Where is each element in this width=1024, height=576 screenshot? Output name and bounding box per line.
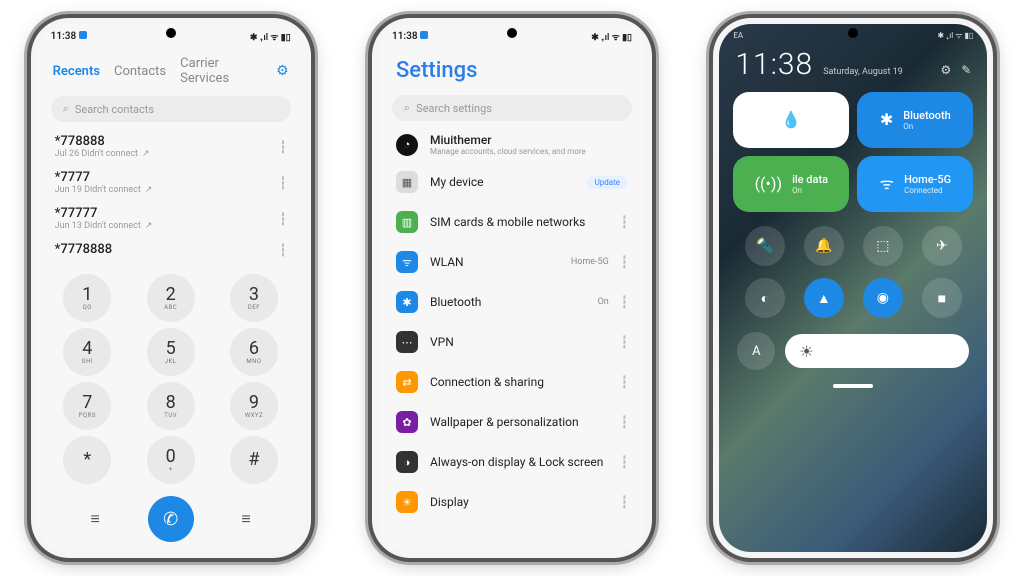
font-size-button[interactable]: A (737, 332, 775, 370)
settings-icon[interactable]: ⚙ (940, 63, 951, 77)
cc-time: 11:38 (735, 47, 813, 82)
collapse-icon[interactable]: ≡ (241, 509, 250, 529)
row-wallpaper[interactable]: ✿ Wallpaper & personalization┇ (378, 402, 646, 442)
toggle-airplane[interactable]: ✈ (922, 226, 962, 266)
key-8[interactable]: 8TUV (147, 382, 195, 430)
wallpaper-icon: ✿ (396, 411, 418, 433)
status-icons: ✱ ₊ıl ᯤ ▮▯ (937, 30, 973, 41)
row-vpn[interactable]: ⋯ VPN┇ (378, 322, 646, 362)
carrier-label: EA (733, 31, 743, 40)
key-6[interactable]: 6MNO (230, 328, 278, 376)
recent-calls-list: *778888Jul 26 Didn't connect↗ ┇ *7777Jun… (37, 128, 305, 262)
key-star[interactable]: * (63, 436, 111, 484)
row-my-device[interactable]: ▦ My device Update (378, 162, 646, 202)
phone-dialer: 11:38 ✱ ₊ıl ᯤ ▮▯ Recents Contacts Carrie… (31, 18, 311, 558)
tile-wifi[interactable]: ᯤHome-5GConnected (857, 156, 973, 212)
bluetooth-icon: ✱ (880, 110, 893, 129)
settings-title: Settings (378, 48, 646, 89)
camera-punch (507, 28, 517, 38)
settings-list: ◔ MiuithemerManage accounts, cloud servi… (378, 127, 646, 552)
toggle-screenshot[interactable]: ⬚ (863, 226, 903, 266)
display-icon: ☀ (396, 491, 418, 513)
row-aod[interactable]: ◑ Always-on display & Lock screen┇ (378, 442, 646, 482)
signal-icon: ((•)) (755, 174, 783, 193)
toggle-location[interactable]: ▲ (804, 278, 844, 318)
tab-carrier[interactable]: Carrier Services (180, 56, 248, 86)
update-badge: Update (587, 176, 628, 189)
brightness-slider[interactable]: ☀ (785, 334, 969, 368)
key-hash[interactable]: # (230, 436, 278, 484)
edit-icon[interactable]: ✎ (961, 63, 971, 77)
tiles-grid: 💧 ✱BluetoothOn ((•))ile dataOn ᯤHome-5GC… (719, 92, 987, 212)
toggle-dark[interactable]: ◐ (745, 278, 785, 318)
tab-contacts[interactable]: Contacts (114, 64, 166, 79)
dialer-tabs: Recents Contacts Carrier Services ⚙ (37, 48, 305, 90)
key-2[interactable]: 2ABC (147, 274, 195, 322)
drop-icon: 💧 (781, 110, 801, 129)
device-icon: ▦ (396, 171, 418, 193)
dialpad: 1QO 2ABC 3DEF 4GHI 5JKL 6MNO 7PQRS 8TUV … (37, 268, 305, 492)
gear-icon[interactable]: ⚙ (276, 63, 289, 79)
tile-mobile-data[interactable]: ((•))ile dataOn (733, 156, 849, 212)
row-bluetooth[interactable]: ✱ BluetoothOn┇ (378, 282, 646, 322)
toggle-sound[interactable]: 🔔 (804, 226, 844, 266)
tile-bluetooth[interactable]: ✱BluetoothOn (857, 92, 973, 148)
search-icon: ⌕ (63, 102, 69, 116)
key-3[interactable]: 3DEF (230, 274, 278, 322)
call-row[interactable]: *7777Jun 19 Didn't connect↗ ┇ (55, 164, 287, 200)
key-9[interactable]: 9WXYZ (230, 382, 278, 430)
info-icon[interactable]: ┇ (279, 140, 286, 154)
phone-control-center: EA ✱ ₊ıl ᯤ ▮▯ 11:38 Saturday, August 19 … (713, 18, 993, 558)
camera-punch (166, 28, 176, 38)
row-connection[interactable]: ⇄ Connection & sharing┇ (378, 362, 646, 402)
drag-handle[interactable] (833, 384, 873, 388)
call-row[interactable]: *7778888 ┇ (55, 236, 287, 262)
search-icon: ⌕ (404, 101, 410, 115)
toggle-screen-record[interactable]: ■ (922, 278, 962, 318)
vpn-icon: ⋯ (396, 331, 418, 353)
wifi-icon: ᯤ (880, 172, 895, 194)
tile-water[interactable]: 💧 (733, 92, 849, 148)
contacts-search[interactable]: ⌕ Search contacts (51, 96, 291, 122)
row-sim[interactable]: ▥ SIM cards & mobile networks┇ (378, 202, 646, 242)
key-1[interactable]: 1QO (63, 274, 111, 322)
key-4[interactable]: 4GHI (63, 328, 111, 376)
status-icons: ✱ ₊ıl ᯤ ▮▯ (250, 30, 291, 43)
menu-icon[interactable]: ≡ (91, 509, 100, 529)
sim-icon: ▥ (396, 211, 418, 233)
key-7[interactable]: 7PQRS (63, 382, 111, 430)
brightness-row: A ☀ (719, 324, 987, 376)
settings-search[interactable]: ⌕ Search settings (392, 95, 632, 121)
cc-date: Saturday, August 19 (823, 67, 903, 77)
call-button[interactable]: ✆ (148, 496, 194, 542)
call-row[interactable]: *77777Jun 13 Didn't connect↗ ┇ (55, 200, 287, 236)
status-time: 11:38 (51, 31, 77, 42)
key-0[interactable]: 0+ (147, 436, 195, 484)
lock-icon: ◑ (396, 451, 418, 473)
camera-punch (848, 28, 858, 38)
row-wlan[interactable]: ᯤ WLANHome-5G┇ (378, 242, 646, 282)
share-icon: ⇄ (396, 371, 418, 393)
key-5[interactable]: 5JKL (147, 328, 195, 376)
phone-settings: 11:38 ✱ ₊ıl ᯤ ▮▯ Settings ⌕ Search setti… (372, 18, 652, 558)
quick-toggles: 🔦 🔔 ⬚ ✈ ◐ ▲ ◉ ■ (719, 212, 987, 324)
avatar-icon: ◔ (396, 134, 418, 156)
cc-heading: 11:38 Saturday, August 19 ⚙ ✎ (719, 41, 987, 92)
toggle-rotation[interactable]: ◉ (863, 278, 903, 318)
row-display[interactable]: ☀ Display┇ (378, 482, 646, 522)
wifi-icon: ᯤ (396, 251, 418, 273)
toggle-flashlight[interactable]: 🔦 (745, 226, 785, 266)
search-placeholder: Search contacts (75, 103, 154, 116)
bluetooth-icon: ✱ (396, 291, 418, 313)
call-row[interactable]: *778888Jul 26 Didn't connect↗ ┇ (55, 128, 287, 164)
account-row[interactable]: ◔ MiuithemerManage accounts, cloud servi… (378, 127, 646, 162)
tab-recents[interactable]: Recents (53, 64, 100, 79)
brightness-icon: ☀ (799, 342, 813, 361)
